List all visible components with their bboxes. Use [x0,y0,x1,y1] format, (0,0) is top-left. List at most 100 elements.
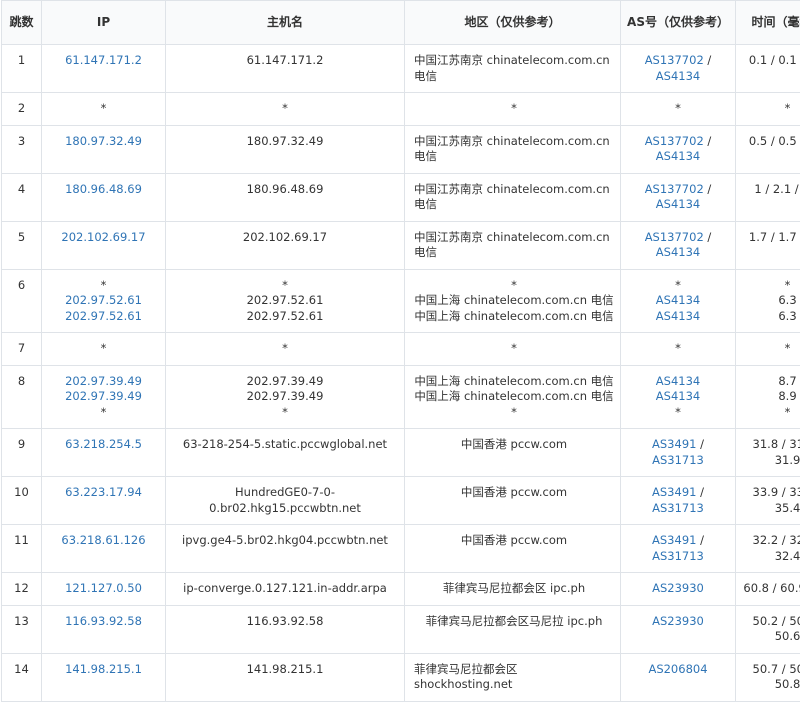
as-link[interactable]: AS4134 [656,245,700,259]
time-text: 0.5 / 0.5 / 0.8 [739,134,800,150]
as-link[interactable]: AS4134 [656,197,700,211]
hostname-text: * [169,278,401,294]
hop-number: 8 [18,374,25,388]
ip-line: 180.96.48.69 [45,182,162,198]
hostname-text: ipvg.ge4-5.br02.hkg04.pccwbtn.net [169,533,401,549]
ip-link[interactable]: 202.97.39.49 [65,389,142,403]
location-cell: 中国香港 pccw.com [405,477,621,525]
header-host: 主机名 [166,1,405,45]
ip-line: 202.97.52.61 [45,293,162,309]
hostname-text: 202.102.69.17 [169,230,401,246]
time-cell: 50.2 / 50.3 / 50.6 [736,605,800,653]
location-cell: 菲律宾马尼拉都会区 ipc.ph [405,573,621,606]
as-cell: AS137702 / AS4134 [621,173,736,221]
time-text: 60.8 / 60.9 / 61 [739,581,800,597]
ip-link[interactable]: 180.97.32.49 [65,134,142,148]
hostname-text: * [169,405,401,421]
as-link[interactable]: AS206804 [648,662,707,676]
as-link[interactable]: AS137702 [645,134,704,148]
as-link: * [675,405,681,419]
as-cell: AS3491 / AS31713 [621,477,736,525]
as-link[interactable]: AS4134 [656,309,700,323]
ip-link[interactable]: 116.93.92.58 [65,614,142,628]
ip-cell: 202.102.69.17 [42,221,166,269]
as-link[interactable]: AS3491 [652,485,696,499]
hop-number: 5 [18,230,25,244]
as-link[interactable]: AS137702 [645,230,704,244]
time-text: 1.7 / 1.7 / 1.7 [739,230,800,246]
ip-link[interactable]: 63.223.17.94 [65,485,142,499]
ip-link[interactable]: 202.97.52.61 [65,293,142,307]
as-link[interactable]: AS137702 [645,182,704,196]
as-line: AS137702 / AS4134 [624,182,732,213]
as-link[interactable]: AS31713 [652,453,704,467]
hostname-cell: HundredGE0-7-0-0.br02.hkg15.pccwbtn.net [166,477,405,525]
as-link[interactable]: AS4134 [656,374,700,388]
as-link[interactable]: AS23930 [652,581,704,595]
table-row: 1 61.147.171.2 61.147.171.2 中国江苏南京 chinatel… [2,45,800,93]
hop-number: 14 [14,662,29,676]
as-link[interactable]: AS3491 [652,437,696,451]
ip-link[interactable]: 61.147.171.2 [65,53,142,67]
ip-link[interactable]: 202.102.69.17 [61,230,145,244]
time-text: 0.1 / 0.1 / 0.1 [739,53,800,69]
time-text: * [739,278,800,294]
as-cell: AS3491 / AS31713 [621,525,736,573]
location-text: 中国江苏南京 chinatelecom.com.cn 电信 [414,182,614,213]
as-cell: AS23930 [621,573,736,606]
location-text: 菲律宾马尼拉都会区马尼拉 ipc.ph [414,614,614,630]
location-text: 中国上海 chinatelecom.com.cn 电信 [414,309,614,325]
ip-link[interactable]: 202.97.52.61 [65,309,142,323]
as-cell: *AS4134AS4134 [621,269,736,333]
hostname-cell: 61.147.171.2 [166,45,405,93]
hop-number: 1 [18,53,25,67]
as-link[interactable]: AS4134 [656,149,700,163]
hop-cell: 10 [2,477,42,525]
location-text: 中国上海 chinatelecom.com.cn 电信 [414,374,614,390]
hop-number: 6 [18,278,25,292]
as-link[interactable]: AS137702 [645,53,704,67]
as-link[interactable]: AS3491 [652,533,696,547]
ip-cell: 180.96.48.69 [42,173,166,221]
ip-cell: 180.97.32.49 [42,125,166,173]
hostname-cell: 202.97.39.49202.97.39.49* [166,365,405,429]
ip-cell: 121.127.0.50 [42,573,166,606]
as-link[interactable]: AS4134 [656,293,700,307]
ip-link[interactable]: 202.97.39.49 [65,374,142,388]
ip-line: 141.98.215.1 [45,662,162,678]
table-row: 12121.127.0.50ip-converge.0.127.121.in-a… [2,573,800,606]
as-link[interactable]: AS4134 [656,69,700,83]
as-line: AS137702 / AS4134 [624,134,732,165]
time-cell: 1 / 2.1 / 8.1 [736,173,800,221]
time-text: 1 / 2.1 / 8.1 [739,182,800,198]
as-link: * [675,341,681,355]
time-cell: 31.8 / 31.9 / 31.9 [736,429,800,477]
header-as: AS号（仅供参考） [621,1,736,45]
as-separator: / [704,230,712,244]
as-link[interactable]: AS31713 [652,501,704,515]
ip-link[interactable]: 63.218.254.5 [65,437,142,451]
ip-line: * [45,278,162,294]
ip-link[interactable]: 121.127.0.50 [65,581,142,595]
ip-link[interactable]: 63.218.61.126 [61,533,145,547]
ip-link[interactable]: 141.98.215.1 [65,662,142,676]
hop-cell: 6 [2,269,42,333]
as-separator: / [704,182,712,196]
ip-link[interactable]: 180.96.48.69 [65,182,142,196]
as-link: * [675,278,681,292]
as-link[interactable]: AS31713 [652,549,704,563]
location-text: 中国上海 chinatelecom.com.cn 电信 [414,389,614,405]
ip-cell: 63.223.17.94 [42,477,166,525]
table-row: 14141.98.215.1141.98.215.1菲律宾马尼拉都会区 shoc… [2,653,800,701]
hostname-cell: * [166,333,405,366]
ip-line: 121.127.0.50 [45,581,162,597]
time-text: * [739,101,800,117]
hop-number: 7 [18,341,25,355]
ip-line: 63.218.254.5 [45,437,162,453]
as-link[interactable]: AS23930 [652,614,704,628]
location-text: 中国江苏南京 chinatelecom.com.cn 电信 [414,53,614,84]
as-line: AS3491 / AS31713 [624,485,732,516]
hostname-cell: ipvg.ge4-5.br02.hkg04.pccwbtn.net [166,525,405,573]
as-link[interactable]: AS4134 [656,389,700,403]
ip-line: 180.97.32.49 [45,134,162,150]
